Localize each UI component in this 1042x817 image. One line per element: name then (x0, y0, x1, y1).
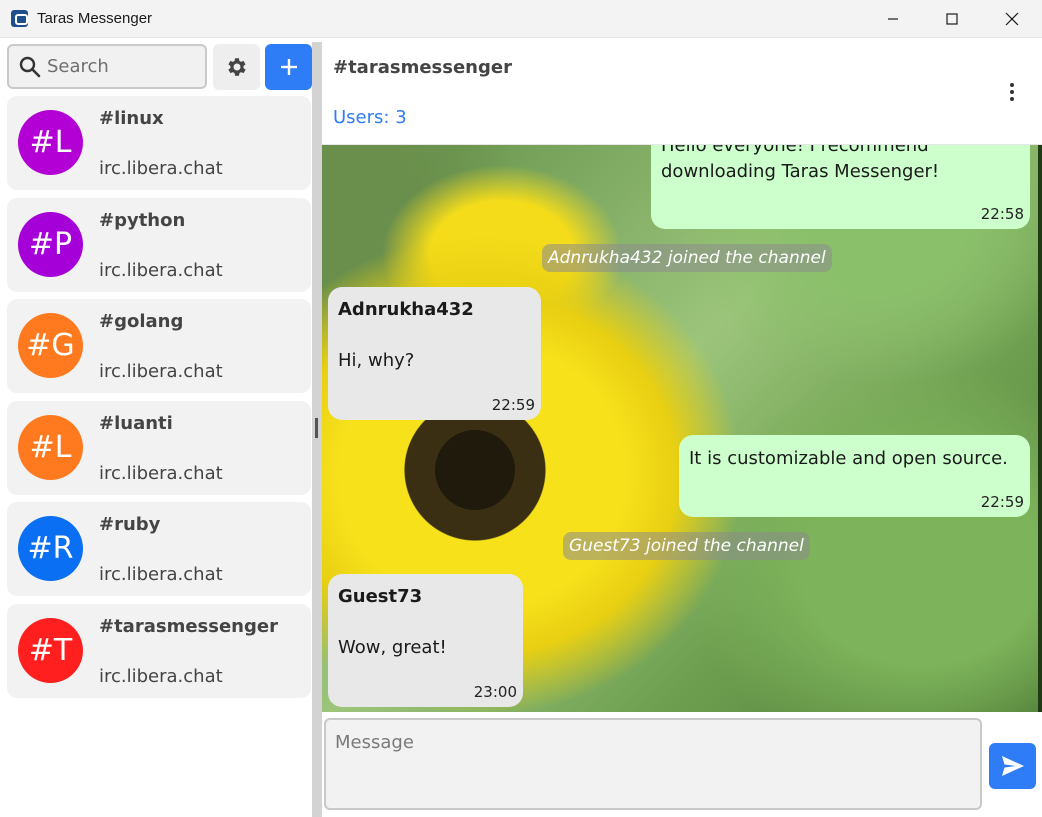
close-button[interactable] (989, 0, 1035, 38)
settings-button[interactable] (213, 44, 260, 90)
channel-item-luanti[interactable]: #L #luanti irc.libera.chat (7, 400, 311, 495)
channel-item-ruby[interactable]: #R #ruby irc.libera.chat (7, 502, 311, 596)
message-sender: Adnrukha432 (338, 299, 474, 320)
channel-name: #tarasmessenger (99, 615, 278, 637)
message-bubble-incoming: Guest73 Wow, great! 23:00 (328, 574, 523, 707)
search-input[interactable] (47, 46, 201, 87)
search-box[interactable] (7, 44, 207, 89)
panel-splitter[interactable] (312, 42, 322, 817)
channel-item-linux[interactable]: #L #linux irc.libera.chat (7, 96, 311, 190)
channel-list: #L #linux irc.libera.chat #P #python irc… (0, 96, 312, 705)
message-text: Wow, great! (338, 637, 447, 658)
message-bubble-incoming: Adnrukha432 Hi, why? 22:59 (328, 287, 541, 420)
add-channel-button[interactable] (265, 44, 312, 90)
maximize-icon (946, 13, 958, 25)
minimize-icon (888, 18, 898, 20)
chat-title: #tarasmessenger (333, 57, 512, 78)
channel-server: irc.libera.chat (99, 259, 223, 281)
channel-server: irc.libera.chat (99, 361, 223, 382)
message-input[interactable] (324, 718, 982, 810)
search-icon (19, 56, 41, 78)
system-message: Adnrukha432 joined the channel (542, 244, 832, 272)
avatar: #L (18, 414, 83, 480)
scrollbar-track[interactable] (1038, 145, 1042, 712)
more-options-button[interactable] (1002, 80, 1022, 104)
channel-item-tarasmessenger[interactable]: #T #tarasmessenger irc.libera.chat (7, 603, 311, 698)
system-message: Guest73 joined the channel (563, 532, 810, 560)
sidebar: #L #linux irc.libera.chat #P #python irc… (0, 38, 312, 817)
channel-name: #luanti (99, 412, 173, 434)
gear-icon (227, 58, 246, 76)
channel-name: #linux (99, 108, 164, 129)
avatar: #R (18, 516, 83, 581)
avatar: #G (18, 313, 83, 378)
app-logo-icon (11, 10, 28, 27)
message-time: 22:59 (980, 493, 1024, 511)
title-bar: Taras Messenger (0, 0, 1042, 38)
message-text: It is customizable and open source. (689, 448, 1008, 469)
channel-item-golang[interactable]: #G #golang irc.libera.chat (7, 299, 311, 393)
maximize-button[interactable] (929, 0, 975, 38)
message-bubble-own: Hello everyone! I recommend downloading … (651, 145, 1030, 229)
users-count-link[interactable]: Users: 3 (333, 107, 407, 128)
message-sender: Guest73 (338, 586, 423, 607)
channel-name: #python (99, 209, 186, 231)
message-text: downloading Taras Messenger! (661, 161, 940, 182)
channel-name: #golang (99, 311, 184, 332)
chat-header: #tarasmessenger Users: 3 (322, 38, 1042, 145)
message-time: 22:58 (980, 205, 1024, 223)
minimize-button[interactable] (870, 0, 916, 38)
channel-server: irc.libera.chat (99, 564, 223, 585)
more-vertical-icon (1010, 90, 1014, 94)
splitter-grip[interactable] (315, 418, 318, 438)
composer (322, 712, 1042, 817)
more-vertical-icon (1010, 97, 1014, 101)
send-button[interactable] (989, 743, 1036, 789)
avatar: #L (18, 110, 83, 175)
more-vertical-icon (1010, 83, 1014, 87)
avatar: #P (18, 211, 83, 277)
message-bubble-own: It is customizable and open source. 22:5… (679, 435, 1030, 517)
message-time: 23:00 (473, 683, 517, 701)
channel-server: irc.libera.chat (99, 462, 223, 484)
channel-item-python[interactable]: #P #python irc.libera.chat (7, 197, 311, 292)
chat-panel: #tarasmessenger Users: 3 Hello everyone!… (322, 38, 1042, 817)
channel-server: irc.libera.chat (99, 665, 223, 687)
close-icon (1005, 12, 1019, 26)
avatar: #T (18, 617, 83, 683)
channel-name: #ruby (99, 514, 161, 535)
message-area[interactable]: Hello everyone! I recommend downloading … (322, 145, 1038, 712)
message-text: Hi, why? (338, 350, 415, 371)
send-icon (1001, 756, 1024, 776)
message-text: Hello everyone! I recommend (661, 145, 929, 156)
window-title: Taras Messenger (37, 10, 153, 27)
plus-icon (280, 59, 297, 75)
message-time: 22:59 (491, 396, 535, 414)
channel-server: irc.libera.chat (99, 158, 223, 179)
